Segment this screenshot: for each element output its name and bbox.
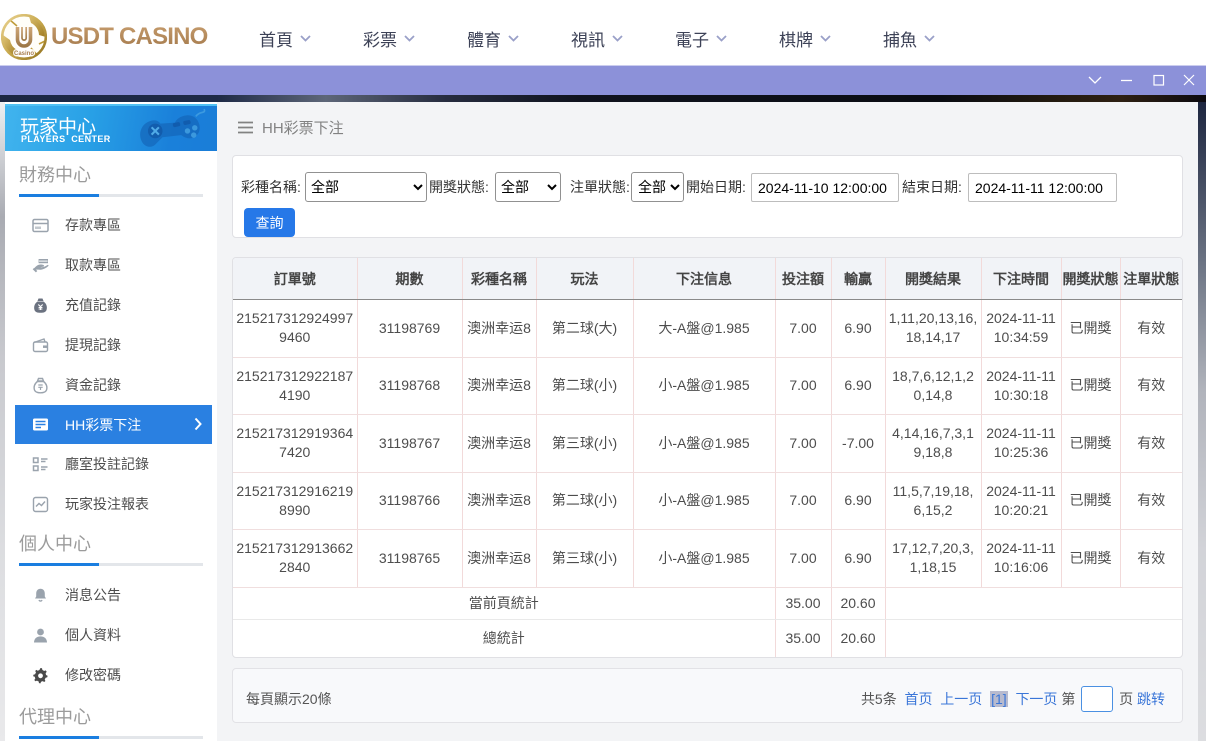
svg-text:Casino: Casino [14,51,34,57]
